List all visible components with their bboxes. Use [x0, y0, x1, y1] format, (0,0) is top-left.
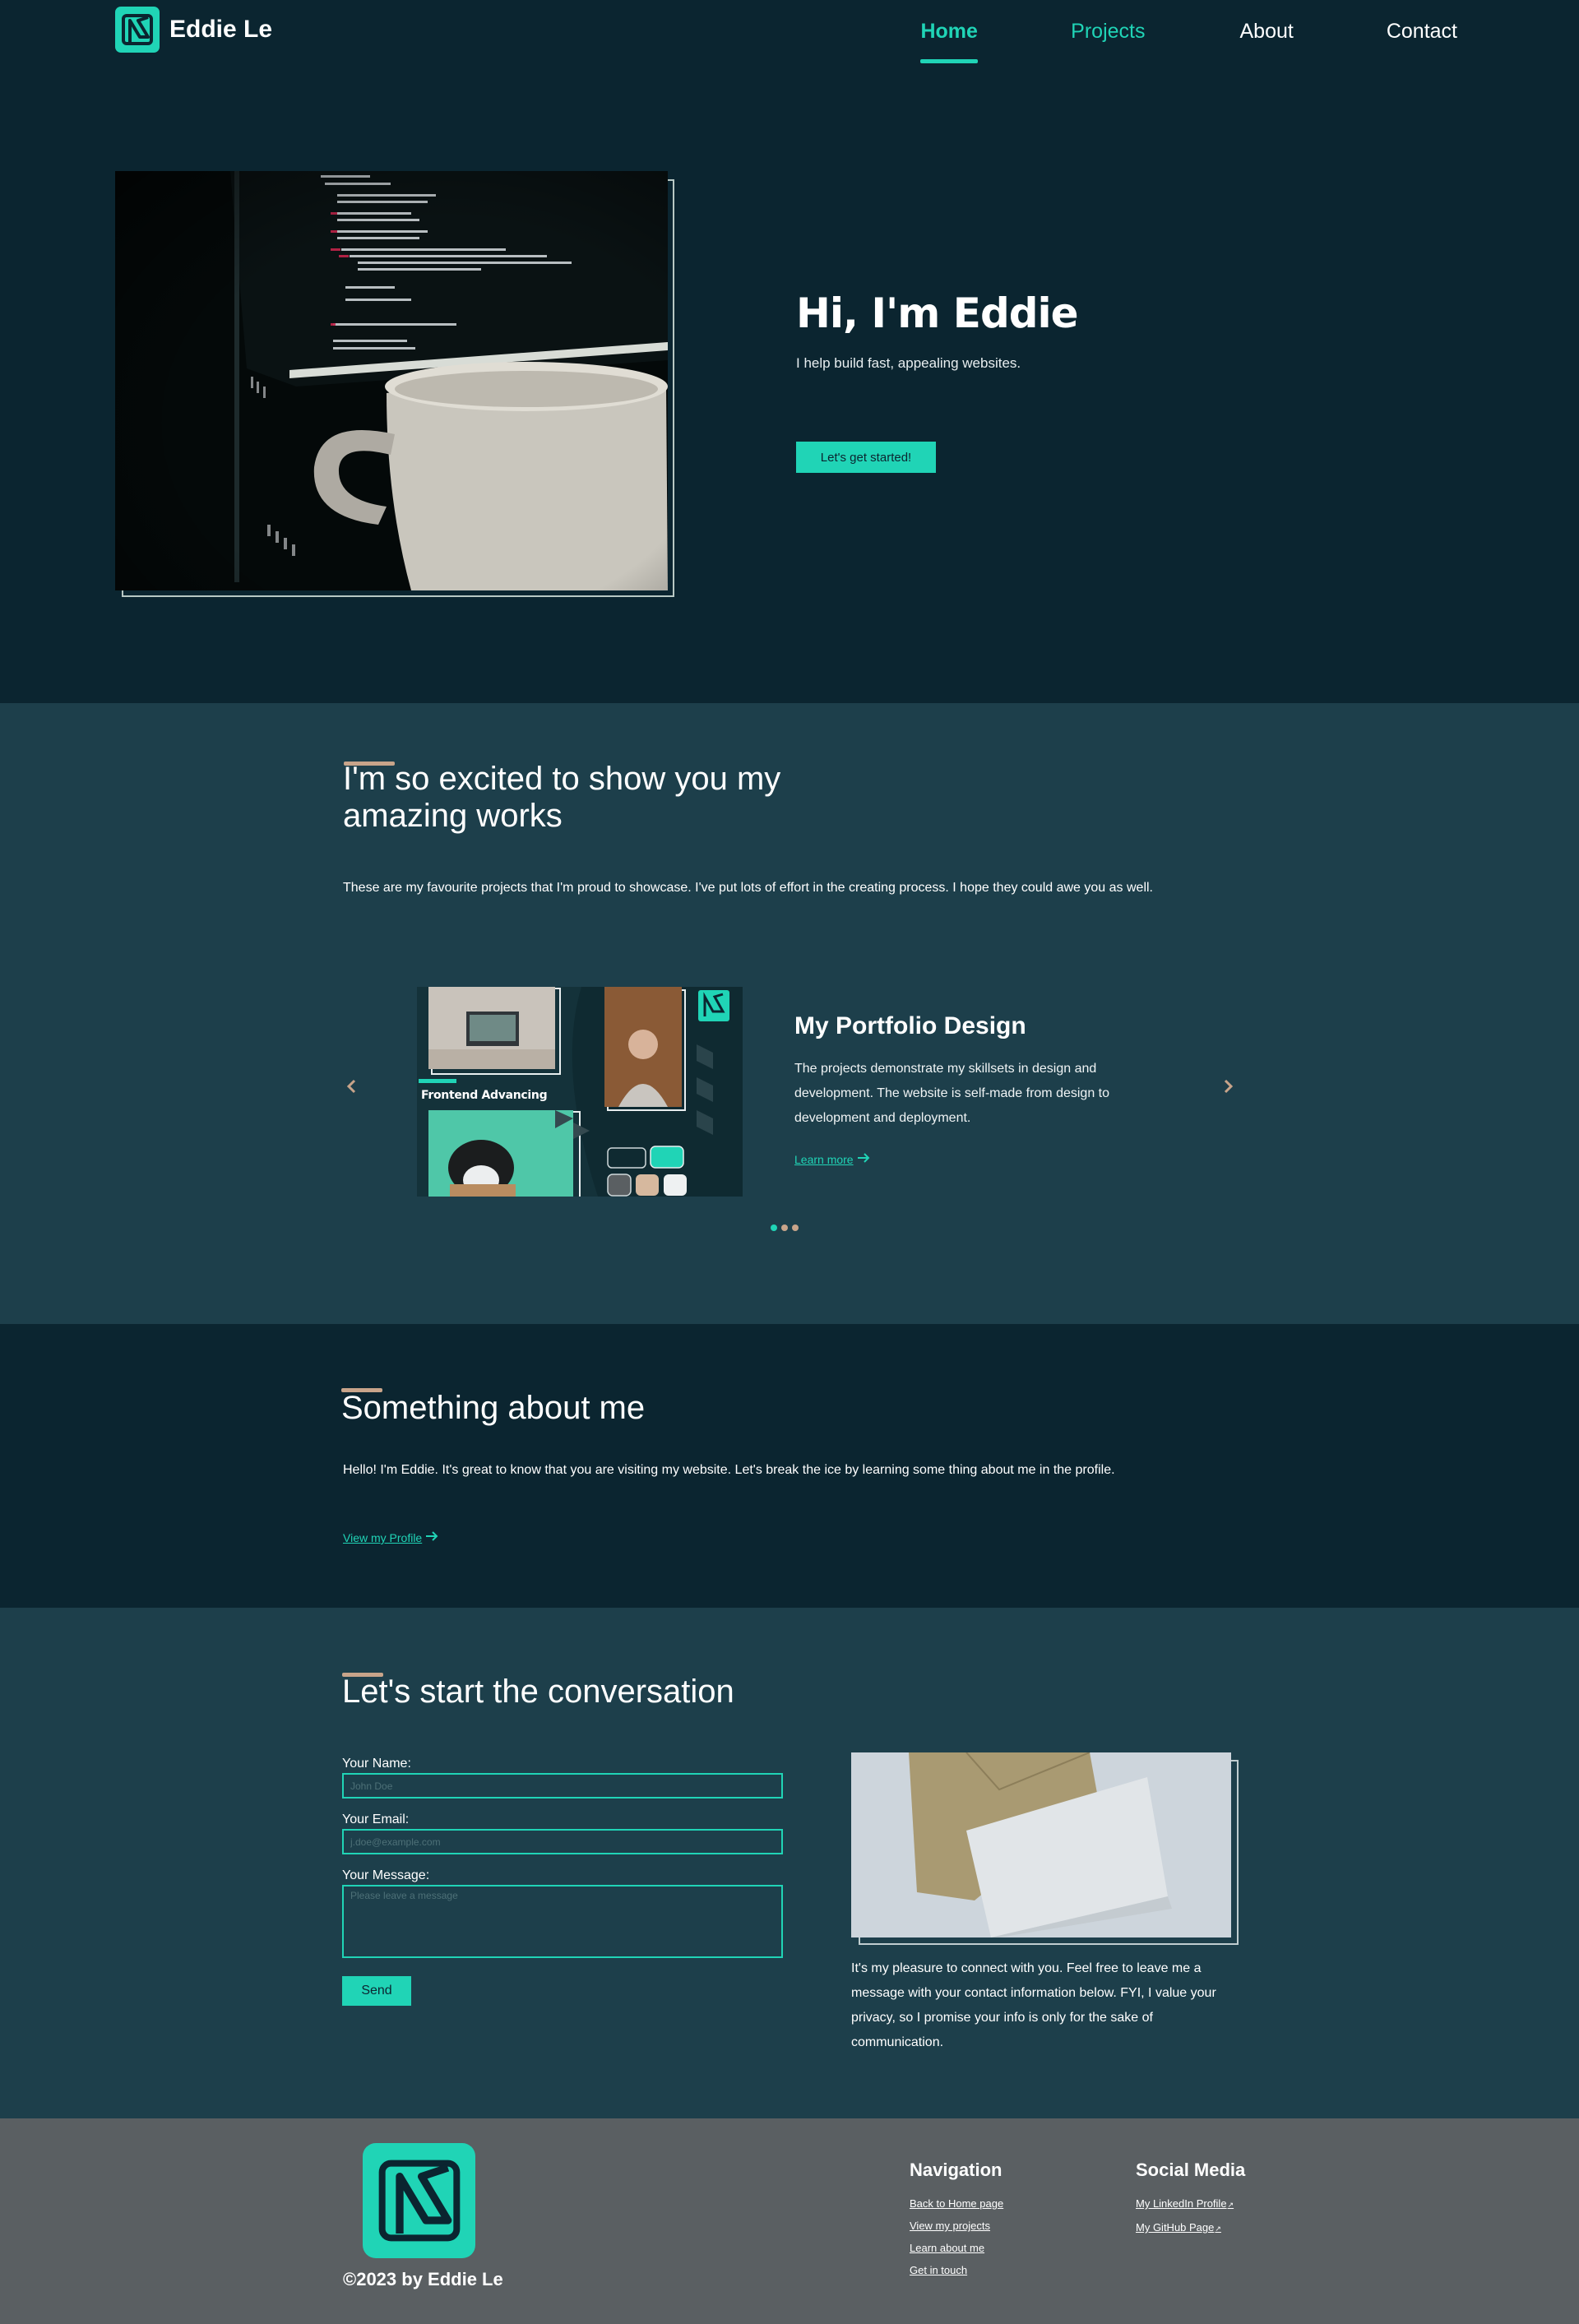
view-profile-label: View my Profile — [343, 1531, 423, 1544]
contact-text: It's my pleasure to connect with you. Fe… — [851, 1961, 1216, 2049]
footer-link-home[interactable]: Back to Home page — [910, 2192, 1003, 2215]
site-footer: ©2023 by Eddie Le Navigation Back to Hom… — [0, 2118, 1579, 2324]
chevron-right-icon[interactable] — [1216, 1074, 1240, 1099]
project-thumbnail[interactable]: Frontend Advancing — [417, 987, 743, 1197]
about-section: Something about me Hello! I'm Eddie. It'… — [0, 1324, 1579, 1608]
chevron-left-icon[interactable] — [340, 1074, 364, 1099]
name-label: Your Name: — [342, 1757, 411, 1771]
project-description: The projects demonstrate my skillsets in… — [794, 1062, 1110, 1125]
footer-navigation: Navigation Back to Home page View my pro… — [910, 2160, 1003, 2281]
brand-name: Eddie Le — [169, 16, 273, 43]
carousel-dots — [771, 1224, 799, 1231]
footer-link-contact[interactable]: Get in touch — [910, 2259, 1003, 2281]
hero-image — [115, 171, 668, 590]
project-thumb-caption: Frontend Advancing — [421, 1089, 548, 1102]
external-link-icon: ↗ — [1227, 2201, 1234, 2209]
works-description: These are my favourite projects that I'm… — [343, 881, 1153, 895]
hero-title: Hi, I'm Eddie — [796, 289, 1079, 337]
footer-social-title: Social Media — [1136, 2160, 1246, 2180]
footer-link-github[interactable]: My GitHub Page↗ — [1136, 2216, 1245, 2240]
main-nav: Home Projects About Contact — [920, 20, 1457, 66]
about-title: Something about me — [341, 1390, 646, 1426]
brand-home-link[interactable]: Eddie Le — [115, 7, 272, 53]
nav-about[interactable]: About — [1239, 20, 1293, 66]
contact-title: Let's start the conversation — [342, 1674, 734, 1710]
contact-form: Your Name: Your Email: Your Message: Sen… — [342, 1756, 783, 2006]
learn-more-link[interactable]: Learn more — [794, 1151, 870, 1168]
name-field[interactable] — [342, 1773, 783, 1799]
nav-home[interactable]: Home — [920, 20, 979, 66]
project-title: My Portfolio Design — [794, 1012, 1026, 1039]
carousel-dot[interactable] — [781, 1224, 788, 1231]
footer-nav-title: Navigation — [910, 2160, 1003, 2180]
nav-contact[interactable]: Contact — [1387, 20, 1457, 66]
logo-icon — [115, 7, 160, 53]
site-header: Eddie Le Home Projects About Contact — [0, 0, 1579, 82]
hero-section: Hi, I'm Eddie I help build fast, appeali… — [0, 82, 1579, 703]
email-label: Your Email: — [342, 1812, 410, 1826]
footer-link-linkedin[interactable]: My LinkedIn Profile↗ — [1136, 2192, 1245, 2216]
carousel-dot[interactable] — [771, 1224, 777, 1231]
linkedin-label: My LinkedIn Profile — [1136, 2197, 1227, 2210]
carousel-dot[interactable] — [792, 1224, 799, 1231]
footer-link-projects[interactable]: View my projects — [910, 2215, 1003, 2237]
about-description: Hello! I'm Eddie. It's great to know tha… — [343, 1463, 1115, 1477]
works-title: I'm so excited to show you my amazing wo… — [343, 761, 781, 834]
hero-subtitle: I help build fast, appealing websites. — [796, 355, 1021, 371]
learn-more-label: Learn more — [794, 1153, 854, 1166]
footer-link-about[interactable]: Learn about me — [910, 2237, 1003, 2259]
email-field[interactable] — [342, 1829, 783, 1854]
view-profile-link[interactable]: View my Profile — [343, 1530, 438, 1546]
footer-social: Social Media My LinkedIn Profile↗ My Git… — [1136, 2160, 1245, 2240]
send-button[interactable]: Send — [342, 1976, 411, 2006]
nav-projects[interactable]: Projects — [1071, 20, 1145, 66]
footer-logo-icon[interactable] — [363, 2143, 475, 2258]
contact-section: Let's start the conversation Your Name: … — [0, 1608, 1579, 2118]
arrow-right-icon — [857, 1151, 870, 1168]
contact-image — [851, 1752, 1231, 1937]
arrow-right-icon — [425, 1530, 438, 1546]
copyright: ©2023 by Eddie Le — [343, 2269, 503, 2289]
github-label: My GitHub Page — [1136, 2221, 1215, 2234]
works-section: I'm so excited to show you my amazing wo… — [0, 703, 1579, 1324]
message-field[interactable] — [342, 1885, 783, 1958]
external-link-icon: ↗ — [1215, 2224, 1221, 2233]
get-started-button[interactable]: Let's get started! — [796, 442, 936, 473]
message-label: Your Message: — [342, 1868, 430, 1882]
